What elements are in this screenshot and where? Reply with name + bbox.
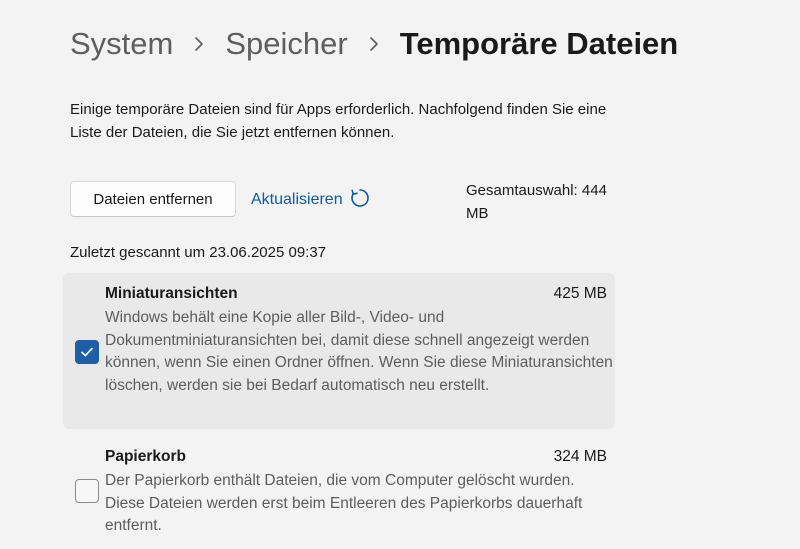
refresh-link[interactable]: Aktualisieren bbox=[251, 187, 371, 213]
item-title: Miniaturansichten bbox=[105, 285, 238, 302]
refresh-icon bbox=[349, 187, 371, 214]
page-title: Temporäre Dateien bbox=[399, 26, 679, 61]
item-size: 425 MB bbox=[553, 285, 607, 302]
breadcrumb: System Speicher Temporäre Dateien bbox=[70, 22, 678, 66]
item-description: Der Papierkorb enthält Dateien, die vom … bbox=[105, 472, 583, 535]
item-description: Windows behält eine Kopie aller Bild-, V… bbox=[105, 309, 613, 394]
chevron-right-icon bbox=[173, 22, 225, 66]
thumbnails-checkbox[interactable] bbox=[75, 340, 99, 364]
item-title: Papierkorb bbox=[105, 448, 186, 465]
list-item-thumbnails[interactable]: Miniaturansichten 425 MB Windows behält … bbox=[63, 273, 615, 429]
breadcrumb-item-storage[interactable]: Speicher bbox=[225, 26, 347, 62]
chevron-right-icon bbox=[348, 22, 400, 66]
recycle-bin-checkbox[interactable] bbox=[75, 479, 99, 503]
refresh-label: Aktualisieren bbox=[251, 191, 343, 208]
item-size: 324 MB bbox=[553, 448, 607, 465]
list-item-recycle-bin[interactable]: Papierkorb 324 MB Der Papierkorb enthält… bbox=[63, 436, 615, 546]
page-description: Einige temporäre Dateien sind für Apps e… bbox=[70, 101, 607, 141]
temporary-files-page: System Speicher Temporäre Dateien Einige… bbox=[0, 0, 800, 549]
remove-files-button[interactable]: Dateien entfernen bbox=[70, 181, 236, 217]
checkmark-icon bbox=[81, 347, 93, 357]
breadcrumb-item-system[interactable]: System bbox=[70, 26, 173, 62]
total-selection: Gesamtauswahl: 444 MB bbox=[466, 182, 607, 222]
last-scanned-text: Zuletzt gescannt um 23.06.2025 09:37 bbox=[70, 244, 327, 261]
